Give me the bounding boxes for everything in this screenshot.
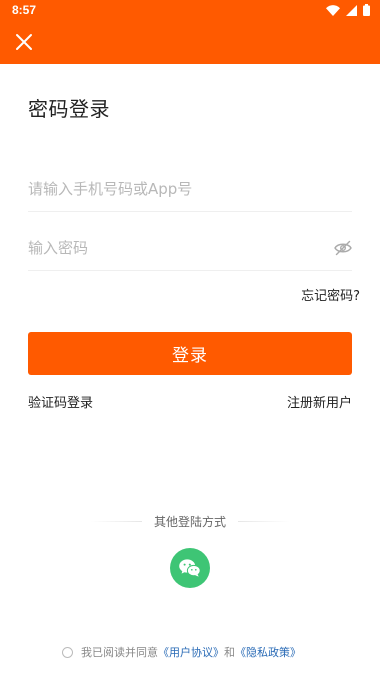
login-button[interactable]: 登录 — [28, 332, 352, 375]
phone-field — [28, 167, 352, 212]
forgot-password-link[interactable]: 忘记密码? — [301, 285, 360, 304]
register-link[interactable]: 注册新用户 — [287, 392, 352, 411]
agreement-row: 我已阅读并同意 《用户协议》 和 《隐私政策》 — [62, 644, 301, 660]
status-bar: 8:57 — [0, 0, 380, 22]
close-icon — [14, 32, 34, 52]
login-screen: 8:57 密码登录 请输入手机号码或App号 忘记密码? 登录 验证码登录 注册… — [0, 0, 380, 677]
wifi-icon — [326, 4, 340, 16]
password-visibility-toggle[interactable] — [334, 240, 352, 256]
wechat-login-button[interactable] — [170, 548, 210, 588]
password-field — [28, 226, 352, 271]
battery-icon — [363, 4, 370, 16]
user-agreement-link[interactable]: 《用户协议》 — [158, 644, 224, 660]
privacy-policy-link[interactable]: 《隐私政策》 — [235, 644, 301, 660]
page-title: 密码登录 — [28, 97, 110, 121]
app-header: 8:57 — [0, 0, 380, 64]
other-login-divider: 其他登陆方式 — [90, 512, 290, 530]
password-input[interactable] — [28, 226, 328, 270]
status-icons — [326, 4, 370, 16]
status-time: 8:57 — [12, 3, 37, 17]
close-button[interactable] — [14, 32, 34, 52]
agreement-prefix: 我已阅读并同意 — [81, 646, 158, 659]
divider-line-right — [238, 521, 290, 522]
signal-icon — [346, 4, 357, 16]
sms-login-link[interactable]: 验证码登录 — [28, 392, 93, 411]
agreement-conjunction: 和 — [224, 646, 235, 659]
eye-off-icon — [334, 240, 352, 256]
phone-input[interactable] — [28, 167, 328, 211]
agreement-checkbox[interactable] — [62, 646, 73, 658]
